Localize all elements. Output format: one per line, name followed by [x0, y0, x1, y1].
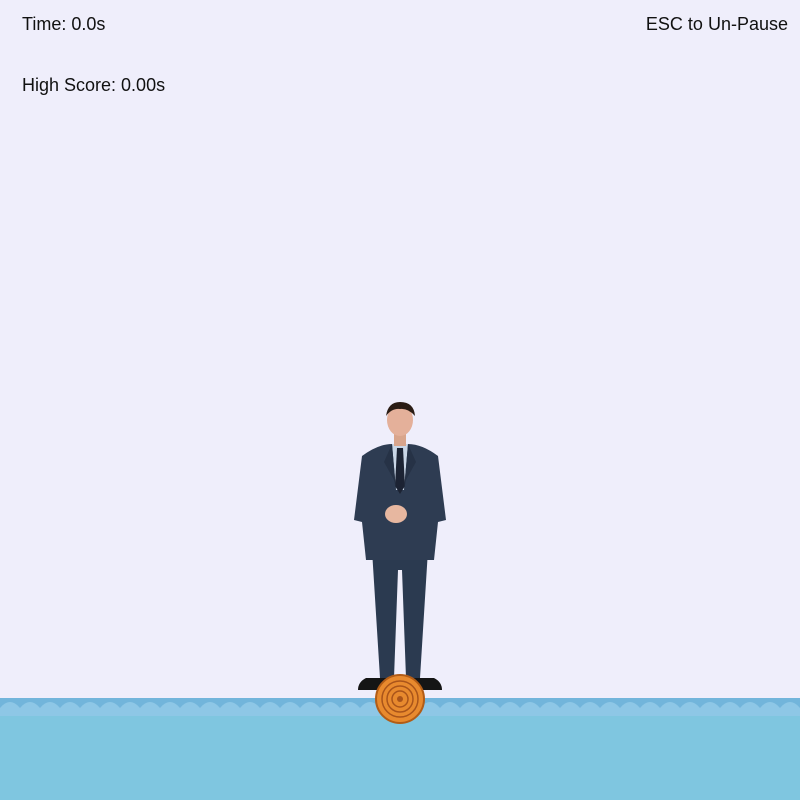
pause-hint: ESC to Un-Pause — [645, 14, 788, 34]
time-readout: Time: 0.0s — [22, 14, 106, 34]
rolling-log — [375, 674, 425, 724]
man-in-suit-sprite — [354, 402, 446, 690]
high-score-readout: High Score: 0.00s — [22, 75, 166, 95]
game-canvas[interactable]: Time: 0.0s High Score: 0.00s ESC to Un-P… — [0, 0, 800, 800]
rolling-log-icon — [375, 674, 425, 724]
player-character — [348, 400, 452, 700]
